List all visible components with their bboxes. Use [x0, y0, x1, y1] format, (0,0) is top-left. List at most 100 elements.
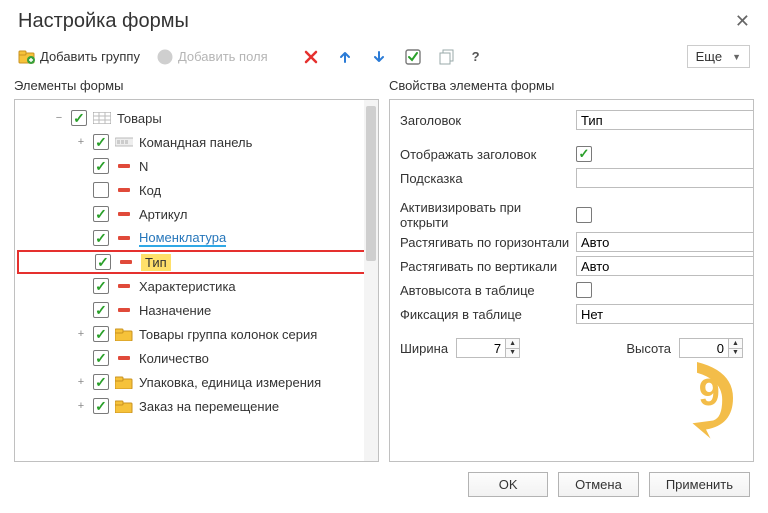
- expand-placeholder: [75, 232, 87, 244]
- arrow-up-icon: [336, 50, 354, 64]
- tree-checkbox[interactable]: [93, 182, 109, 198]
- chevron-down-icon: ▼: [732, 52, 741, 62]
- prop-title-label: Заголовок: [400, 113, 570, 128]
- tree-row[interactable]: − Товары: [17, 106, 376, 130]
- tree-row[interactable]: N: [17, 154, 376, 178]
- prop-stretchv-label: Растягивать по вертикали: [400, 259, 570, 274]
- tree-checkbox[interactable]: [93, 230, 109, 246]
- tree-item-label: Тип: [141, 254, 171, 271]
- move-down-button[interactable]: [364, 47, 394, 67]
- prop-width-input[interactable]: [456, 338, 506, 358]
- add-group-label: Добавить группу: [40, 49, 140, 64]
- tree-row[interactable]: Тип: [17, 250, 376, 274]
- prop-fixation-combo[interactable]: [576, 304, 754, 324]
- folder-icon: [115, 399, 133, 413]
- expand-placeholder: [75, 208, 87, 220]
- close-icon[interactable]: ✕: [735, 11, 750, 32]
- prop-title-input[interactable]: [576, 110, 754, 130]
- prop-showtitle-label: Отображать заголовок: [400, 147, 570, 162]
- expand-icon[interactable]: +: [75, 328, 87, 340]
- tree-checkbox[interactable]: [93, 134, 109, 150]
- tree-scrollbar[interactable]: [364, 100, 378, 461]
- folder-plus-icon: [18, 50, 36, 64]
- copy-button[interactable]: [432, 47, 462, 67]
- prop-showtitle-checkbox[interactable]: [576, 146, 592, 162]
- tree-row[interactable]: Артикул: [17, 202, 376, 226]
- tree-checkbox[interactable]: [93, 158, 109, 174]
- folder-icon: [115, 375, 133, 389]
- more-menu-button[interactable]: Еще ▼: [687, 45, 750, 68]
- cancel-button[interactable]: Отмена: [558, 472, 639, 497]
- toolbar: Добавить группу Добавить поля ? Еще: [0, 41, 768, 74]
- spin-down-icon[interactable]: ▼: [729, 348, 743, 359]
- spin-down-icon[interactable]: ▼: [506, 348, 520, 359]
- expand-icon[interactable]: +: [75, 136, 87, 148]
- properties-panel: Заголовок Отображать заголовок Подсказка…: [389, 99, 754, 462]
- prop-activate-checkbox[interactable]: [576, 207, 592, 223]
- collapse-icon[interactable]: −: [53, 112, 65, 124]
- tree-checkbox[interactable]: [93, 206, 109, 222]
- delete-button[interactable]: [296, 47, 326, 67]
- prop-hint-input[interactable]: [576, 168, 754, 188]
- minus-icon: [117, 255, 135, 269]
- minus-icon: [115, 231, 133, 245]
- tree-panel: − Товары + Командная панель N Код Артикул Номен…: [14, 99, 379, 462]
- move-up-button[interactable]: [330, 47, 360, 67]
- minus-icon: [115, 183, 133, 197]
- tree-row[interactable]: +Товары группа колонок серия: [17, 322, 376, 346]
- tree-checkbox[interactable]: [93, 350, 109, 366]
- prop-stretchh-label: Растягивать по горизонтали: [400, 235, 570, 250]
- tree-row[interactable]: Характеристика: [17, 274, 376, 298]
- tree-checkbox[interactable]: [93, 398, 109, 414]
- tree-checkbox[interactable]: [93, 302, 109, 318]
- add-fields-label: Добавить поля: [178, 49, 268, 64]
- add-group-button[interactable]: Добавить группу: [12, 46, 146, 67]
- tree-row[interactable]: Количество: [17, 346, 376, 370]
- tree-item-label: Заказ на перемещение: [139, 399, 279, 414]
- window-title: Настройка формы: [18, 10, 189, 33]
- tree-item-label: Командная панель: [139, 135, 252, 150]
- tree-row[interactable]: Назначение: [17, 298, 376, 322]
- prop-fixation-label: Фиксация в таблице: [400, 307, 570, 322]
- apply-button[interactable]: Применить: [649, 472, 750, 497]
- minus-icon: [115, 303, 133, 317]
- prop-height-input[interactable]: [679, 338, 729, 358]
- minus-icon: [115, 207, 133, 221]
- minus-icon: [115, 351, 133, 365]
- tree-checkbox[interactable]: [93, 326, 109, 342]
- prop-width-label: Ширина: [400, 341, 448, 356]
- folder-icon: [115, 327, 133, 341]
- tree-checkbox[interactable]: [71, 110, 87, 126]
- tree-checkbox[interactable]: [95, 254, 111, 270]
- tree-row[interactable]: +Упаковка, единица измерения: [17, 370, 376, 394]
- spin-up-icon[interactable]: ▲: [506, 338, 520, 348]
- tree-item-label: Количество: [139, 351, 209, 366]
- expand-icon[interactable]: +: [75, 400, 87, 412]
- expand-placeholder: [75, 304, 87, 316]
- minus-icon: [115, 159, 133, 173]
- tree-row[interactable]: + Командная панель: [17, 130, 376, 154]
- expand-icon[interactable]: +: [75, 376, 87, 388]
- scroll-thumb[interactable]: [366, 106, 376, 261]
- prop-hint-label: Подсказка: [400, 171, 570, 186]
- prop-height-label: Высота: [626, 341, 671, 356]
- check-all-button[interactable]: [398, 47, 428, 67]
- grid-icon: [93, 111, 111, 125]
- tree-checkbox[interactable]: [93, 374, 109, 390]
- panel-icon: [115, 135, 133, 149]
- tree-row[interactable]: + Заказ на перемещение: [17, 394, 376, 418]
- tree-item-label: Код: [139, 183, 161, 198]
- tree-row[interactable]: Номенклатура: [17, 226, 376, 250]
- prop-stretchh-combo[interactable]: [576, 232, 754, 252]
- tree-checkbox[interactable]: [93, 278, 109, 294]
- ok-button[interactable]: OK: [468, 472, 548, 497]
- tree-item-label: Артикул: [139, 207, 187, 222]
- tree-row[interactable]: Код: [17, 178, 376, 202]
- prop-autoheight-checkbox[interactable]: [576, 282, 592, 298]
- help-button[interactable]: ?: [466, 46, 486, 67]
- prop-stretchv-combo[interactable]: [576, 256, 754, 276]
- spin-up-icon[interactable]: ▲: [729, 338, 743, 348]
- tree-item-label: Товары: [117, 111, 162, 126]
- expand-placeholder: [75, 184, 87, 196]
- copy-icon: [438, 50, 456, 64]
